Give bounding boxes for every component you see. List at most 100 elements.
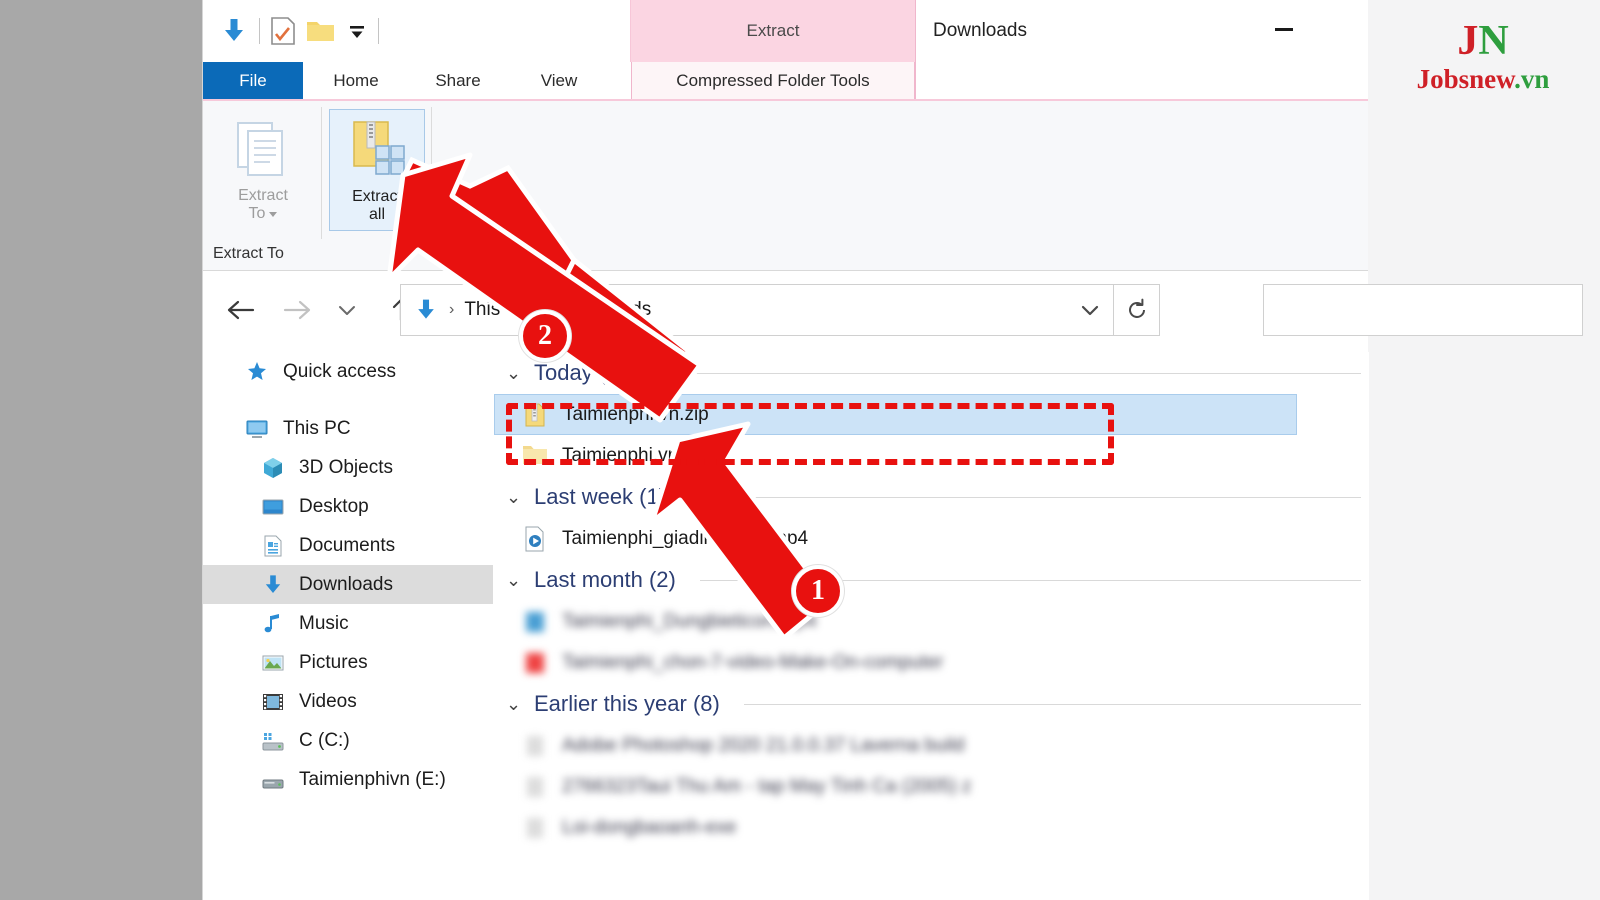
screenshot-root: Extract Downloads File Home Share View C… <box>0 0 1600 900</box>
sidebar-item-label: 3D Objects <box>299 456 393 478</box>
tab-share[interactable]: Share <box>409 62 507 100</box>
breadcrumb-downloads[interactable]: Downloads <box>557 299 651 321</box>
file-group-header-today[interactable]: ⌄ Today (2) <box>494 352 1369 394</box>
file-row-blurred[interactable]: Taimienphi_Dungbieticon.mp4 <box>494 601 1369 642</box>
generic-file-icon <box>522 815 548 841</box>
back-button[interactable] <box>219 288 263 332</box>
sidebar-item-label: Downloads <box>299 573 393 595</box>
file-name: Taimienphi.vn.zip <box>563 403 709 425</box>
address-dropdown-button[interactable] <box>1067 285 1113 335</box>
ribbon-group-separator <box>321 107 322 239</box>
chevron-down-icon[interactable]: ⌄ <box>506 694 524 715</box>
chevron-down-icon[interactable]: ⌄ <box>506 570 524 591</box>
logo-mark: JN <box>1457 20 1508 62</box>
file-group-header-last-month[interactable]: ⌄ Last month (2) <box>494 559 1369 601</box>
sidebar-item-label: Videos <box>299 690 357 712</box>
sidebar-item-label: Desktop <box>299 495 369 517</box>
sidebar-item-drive-e[interactable]: Taimienphivn (E:) <box>203 760 493 799</box>
sidebar-item-drive-c[interactable]: C (C:) <box>203 721 493 760</box>
video-file-icon <box>522 526 548 552</box>
extract-all-label-line1: Extract <box>352 188 402 205</box>
file-list-pane: ⌄ Today (2) Taimienphi.vn.zip Taimienphi… <box>494 352 1369 900</box>
sidebar-item-desktop[interactable]: Desktop <box>203 487 493 526</box>
cube-icon <box>261 456 285 480</box>
file-group-header-earlier-this-year[interactable]: ⌄ Earlier this year (8) <box>494 683 1369 725</box>
drive-icon <box>261 729 285 753</box>
recent-locations-button[interactable] <box>325 288 369 332</box>
properties-icon[interactable] <box>270 16 296 46</box>
file-row-blurred[interactable]: Taimienphi_chon-7-video-Make-On-computer <box>494 642 1369 683</box>
file-name: 2766323Taui Thu Am - tap May Tinh Ca (20… <box>562 775 972 797</box>
video-icon <box>261 690 285 714</box>
customize-icon[interactable] <box>346 20 368 42</box>
breadcrumb-this-pc[interactable]: This PC <box>464 299 532 321</box>
tab-file[interactable]: File <box>203 62 303 100</box>
file-row-taimienphi-folder[interactable]: Taimienphi.vn <box>494 435 1369 476</box>
search-input[interactable] <box>1263 284 1583 336</box>
breadcrumb-separator-1: › <box>541 301 548 318</box>
arrow-right-icon <box>283 300 311 320</box>
chevron-down-icon[interactable]: ⌄ <box>506 487 524 508</box>
generic-file-icon <box>522 733 548 759</box>
sidebar-item-this-pc[interactable]: This PC <box>203 409 493 448</box>
sidebar-item-documents[interactable]: Documents <box>203 526 493 565</box>
folder-icon <box>522 443 548 469</box>
desktop-backdrop-left <box>0 0 202 900</box>
watermark-logo: JN Jobsnew.vn <box>1378 12 1588 102</box>
desktop-backdrop-right <box>1368 0 1600 900</box>
file-group-title: Today (2) <box>534 360 626 385</box>
sidebar-item-label: C (C:) <box>299 729 350 751</box>
file-row-blurred[interactable]: Adobe Photoshop 2020 21.0.0.37 Laverna b… <box>494 725 1369 766</box>
sidebar-item-label: Pictures <box>299 651 368 673</box>
extract-to-label-line2: To <box>248 205 266 223</box>
sidebar-item-videos[interactable]: Videos <box>203 682 493 721</box>
minimize-icon <box>1275 27 1293 31</box>
extract-to-icon <box>237 122 283 176</box>
sidebar-item-quick-access[interactable]: Quick access <box>203 352 493 391</box>
sidebar-item-label: Taimienphivn (E:) <box>299 768 446 790</box>
downloads-icon <box>261 573 285 597</box>
refresh-button[interactable] <box>1113 285 1159 335</box>
ribbon-group-separator-2 <box>431 107 432 239</box>
extract-to-button[interactable]: Extract To <box>209 109 317 231</box>
drive-removable-icon <box>261 768 285 792</box>
generic-file-icon <box>522 774 548 800</box>
file-name: Taimienphi_giadinhbac...mp4 <box>562 527 809 549</box>
star-pin-icon <box>245 360 269 384</box>
group-rule <box>699 579 1361 581</box>
new-folder-icon[interactable] <box>306 18 336 44</box>
group-rule <box>743 703 1361 705</box>
extract-all-label-line2: all <box>368 206 385 224</box>
blue-file-icon <box>522 609 548 635</box>
file-group-header-last-week[interactable]: ⌄ Last week (1) <box>494 476 1369 518</box>
tab-home[interactable]: Home <box>307 62 405 100</box>
tab-compressed-folder-tools[interactable]: Compressed Folder Tools <box>631 62 915 100</box>
extract-all-button[interactable]: Extract all <box>329 109 425 231</box>
file-row-blurred[interactable]: 2766323Taui Thu Am - tap May Tinh Ca (20… <box>494 766 1369 807</box>
sidebar-item-3d-objects[interactable]: 3D Objects <box>203 448 493 487</box>
file-row-mp4[interactable]: Taimienphi_giadinhbac...mp4 <box>494 518 1369 559</box>
address-bar[interactable]: › This PC › Downloads <box>400 284 1160 336</box>
tab-view[interactable]: View <box>511 62 607 100</box>
forward-button[interactable] <box>275 288 319 332</box>
sidebar-item-label: Documents <box>299 534 396 556</box>
window-title: Downloads <box>933 20 1027 41</box>
refresh-icon <box>1128 298 1145 318</box>
chevron-down-icon[interactable] <box>269 211 278 217</box>
monitor-icon <box>245 417 269 441</box>
sidebar-item-pictures[interactable]: Pictures <box>203 643 493 682</box>
minimize-button[interactable] <box>1253 0 1315 58</box>
document-icon <box>261 534 285 558</box>
chevron-down-icon <box>1081 305 1099 316</box>
sidebar-item-music[interactable]: Music <box>203 604 493 643</box>
logo-mark-n: N <box>1478 17 1509 64</box>
logo-mark-j: J <box>1457 17 1479 64</box>
zip-icon <box>523 402 549 428</box>
sidebar-item-downloads[interactable]: Downloads <box>203 565 493 604</box>
file-row-taimienphi-zip[interactable]: Taimienphi.vn.zip <box>494 394 1297 435</box>
file-row-blurred[interactable]: Loi-dongbaoanh-exe <box>494 807 1369 848</box>
downloads-icon[interactable] <box>219 16 249 46</box>
chevron-down-icon[interactable]: ⌄ <box>506 363 524 384</box>
file-name: Taimienphi_Dungbieticon.mp4 <box>562 610 817 632</box>
toolbar-divider-2 <box>378 18 379 44</box>
